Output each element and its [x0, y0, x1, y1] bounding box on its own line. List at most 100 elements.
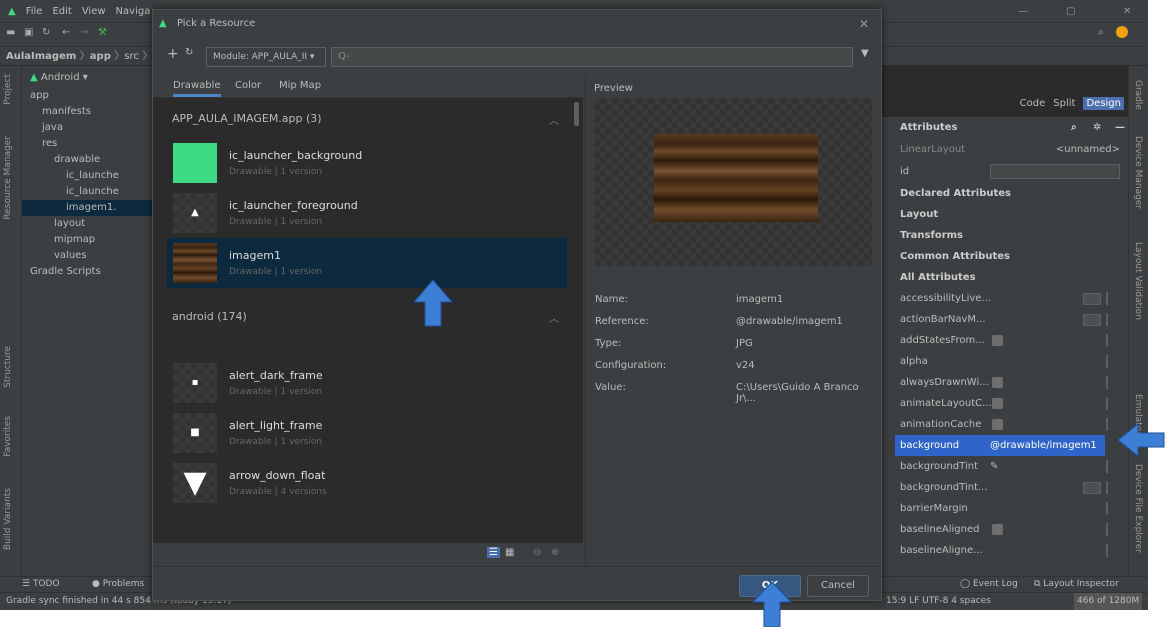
module-dropdown[interactable]: Module: APP_AULA_II ▾	[206, 47, 326, 67]
menu-view[interactable]: View	[82, 6, 106, 17]
hide-icon[interactable]: —	[1115, 117, 1125, 138]
resource-picker-handle[interactable]	[1106, 376, 1108, 389]
attribute-section[interactable]: Layout	[895, 204, 1128, 225]
search-everywhere-icon[interactable]: ⌕	[1098, 27, 1104, 38]
attribute-row[interactable]: baselineAligne...	[895, 540, 1128, 561]
design-mode-button[interactable]: Design	[1083, 96, 1124, 110]
tree-item[interactable]: mipmap	[22, 232, 95, 248]
tree-item[interactable]: layout	[22, 216, 85, 232]
resource-picker-handle[interactable]	[1106, 523, 1108, 536]
tab-problems[interactable]: ● Problems	[92, 579, 144, 589]
tab-mipmap[interactable]: Mip Map	[279, 80, 321, 91]
menu-file[interactable]: File	[26, 6, 43, 17]
resource-item[interactable]: ▲ ic_launcher_foreground Drawable | 1 vers…	[167, 188, 567, 238]
tree-item[interactable]: ic_launche	[22, 184, 119, 200]
resource-picker-handle[interactable]	[1106, 544, 1108, 557]
menu-navigate[interactable]: Naviga	[116, 6, 151, 17]
status-position[interactable]: 15:9 LF UTF-8 4 spaces	[886, 593, 991, 610]
resource-picker-handle[interactable]	[1106, 313, 1108, 326]
tab-layout-validation[interactable]: Layout Validation	[1133, 242, 1143, 320]
attribute-row[interactable]: actionBarNavM...	[895, 309, 1128, 330]
project-view-selector[interactable]: ▲ Android ▾	[30, 70, 88, 86]
tab-device-manager[interactable]: Device Manager	[1133, 136, 1143, 209]
attribute-row[interactable]: alwaysDrawnWi...	[895, 372, 1128, 393]
attribute-row[interactable]: backgroundTint ✎	[895, 456, 1128, 477]
zoom-in-icon[interactable]: ⊕	[551, 547, 559, 558]
attribute-dropdown[interactable]	[1083, 482, 1101, 494]
resource-item[interactable]: ■ alert_light_frame Drawable | 1 version	[167, 408, 567, 458]
menu-edit[interactable]: Edit	[52, 6, 71, 17]
tab-color[interactable]: Color	[235, 80, 261, 91]
tab-drawable[interactable]: Drawable	[173, 80, 221, 97]
build-icon[interactable]: ⚒	[98, 27, 107, 38]
zoom-out-icon[interactable]: ⊖	[533, 547, 541, 558]
resource-item[interactable]: ▼ arrow_down_float Drawable | 4 versions	[167, 458, 567, 508]
attribute-value[interactable]: @drawable/imagem1	[990, 435, 1097, 456]
tree-item[interactable]: manifests	[22, 104, 91, 120]
tree-item[interactable]: imagem1.	[22, 200, 152, 216]
resource-picker-handle[interactable]	[1106, 334, 1108, 347]
memory-indicator[interactable]: 466 of 1280M	[1074, 593, 1143, 610]
attribute-checkbox[interactable]	[992, 335, 1003, 346]
resource-picker-handle[interactable]	[1106, 502, 1108, 515]
tab-layout-inspector[interactable]: ⧉ Layout Inspector	[1034, 579, 1119, 589]
forward-icon[interactable]: →	[80, 27, 88, 38]
attribute-row[interactable]: animateLayoutC...	[895, 393, 1128, 414]
tree-item[interactable]: ic_launche	[22, 168, 119, 184]
tree-item[interactable]: Gradle Scripts	[22, 264, 101, 280]
resource-item[interactable]: imagem1 Drawable | 1 version	[167, 238, 567, 288]
attribute-checkbox[interactable]	[992, 524, 1003, 535]
tab-project[interactable]: Project	[3, 74, 13, 105]
resource-picker-handle[interactable]	[1106, 481, 1108, 494]
attribute-row[interactable]: baselineAligned	[895, 519, 1128, 540]
minimize-icon[interactable]: —	[1018, 6, 1028, 17]
resource-picker-handle[interactable]	[1106, 292, 1108, 305]
list-view-icon[interactable]: ☰	[487, 547, 500, 558]
tab-device-file-explorer[interactable]: Device File Explorer	[1133, 464, 1143, 553]
gear-icon[interactable]: ✲	[1093, 117, 1101, 138]
attribute-row[interactable]: background @drawable/imagem1	[895, 435, 1105, 456]
attribute-row[interactable]: barrierMargin	[895, 498, 1128, 519]
tab-todo[interactable]: ☰ TODO	[22, 579, 60, 589]
update-icon[interactable]	[1116, 26, 1128, 38]
save-icon[interactable]: ▣	[24, 27, 33, 38]
tab-build-variants[interactable]: Build Variants	[3, 488, 13, 550]
resource-picker-handle[interactable]	[1106, 355, 1108, 368]
breadcrumb-project[interactable]: AulaImagem	[6, 51, 76, 62]
attribute-row[interactable]: addStatesFrom...	[895, 330, 1128, 351]
attribute-row[interactable]: animationCache	[895, 414, 1128, 435]
back-icon[interactable]: ←	[62, 27, 70, 38]
attribute-checkbox[interactable]	[992, 377, 1003, 388]
search-icon[interactable]: ⌕	[1071, 117, 1077, 138]
split-mode-button[interactable]: Split	[1053, 98, 1075, 109]
tree-item[interactable]: drawable	[22, 152, 100, 168]
tab-resource-manager[interactable]: Resource Manager	[3, 136, 13, 220]
attribute-dropdown[interactable]	[1083, 314, 1101, 326]
add-resource-icon[interactable]: +	[167, 46, 179, 62]
resource-picker-handle[interactable]	[1106, 460, 1108, 473]
close-icon[interactable]: ✕	[1123, 6, 1131, 17]
attribute-row[interactable]: accessibilityLive...	[895, 288, 1128, 309]
maximize-icon[interactable]: ▢	[1066, 6, 1075, 17]
grid-view-icon[interactable]: ▦	[505, 547, 514, 558]
tab-structure[interactable]: Structure	[3, 346, 13, 388]
filter-icon[interactable]: ▼	[861, 48, 869, 59]
attribute-checkbox[interactable]	[992, 398, 1003, 409]
attribute-checkbox[interactable]	[992, 419, 1003, 430]
attribute-section[interactable]: Common Attributes	[895, 246, 1128, 267]
tab-favorites[interactable]: Favorites	[3, 416, 13, 457]
open-icon[interactable]: ▬	[6, 27, 15, 38]
tab-event-log[interactable]: ◯ Event Log	[960, 579, 1018, 589]
attribute-row[interactable]: backgroundTint...	[895, 477, 1128, 498]
resource-item[interactable]: ic_launcher_background Drawable | 1 versi…	[167, 138, 567, 188]
attribute-dropdown[interactable]	[1083, 293, 1101, 305]
tree-item[interactable]: java	[22, 120, 63, 136]
attribute-section[interactable]: Transforms	[895, 225, 1128, 246]
attribute-section[interactable]: Declared Attributes	[895, 183, 1128, 204]
refresh-icon[interactable]: ↻	[185, 47, 193, 58]
group-header[interactable]: APP_AULA_IMAGEM.app (3)	[172, 112, 322, 125]
cancel-button[interactable]: Cancel	[807, 575, 869, 597]
attribute-section[interactable]: All Attributes	[895, 267, 1128, 288]
attribute-row[interactable]: alpha	[895, 351, 1128, 372]
collapse-icon[interactable]: ︿	[549, 112, 559, 127]
